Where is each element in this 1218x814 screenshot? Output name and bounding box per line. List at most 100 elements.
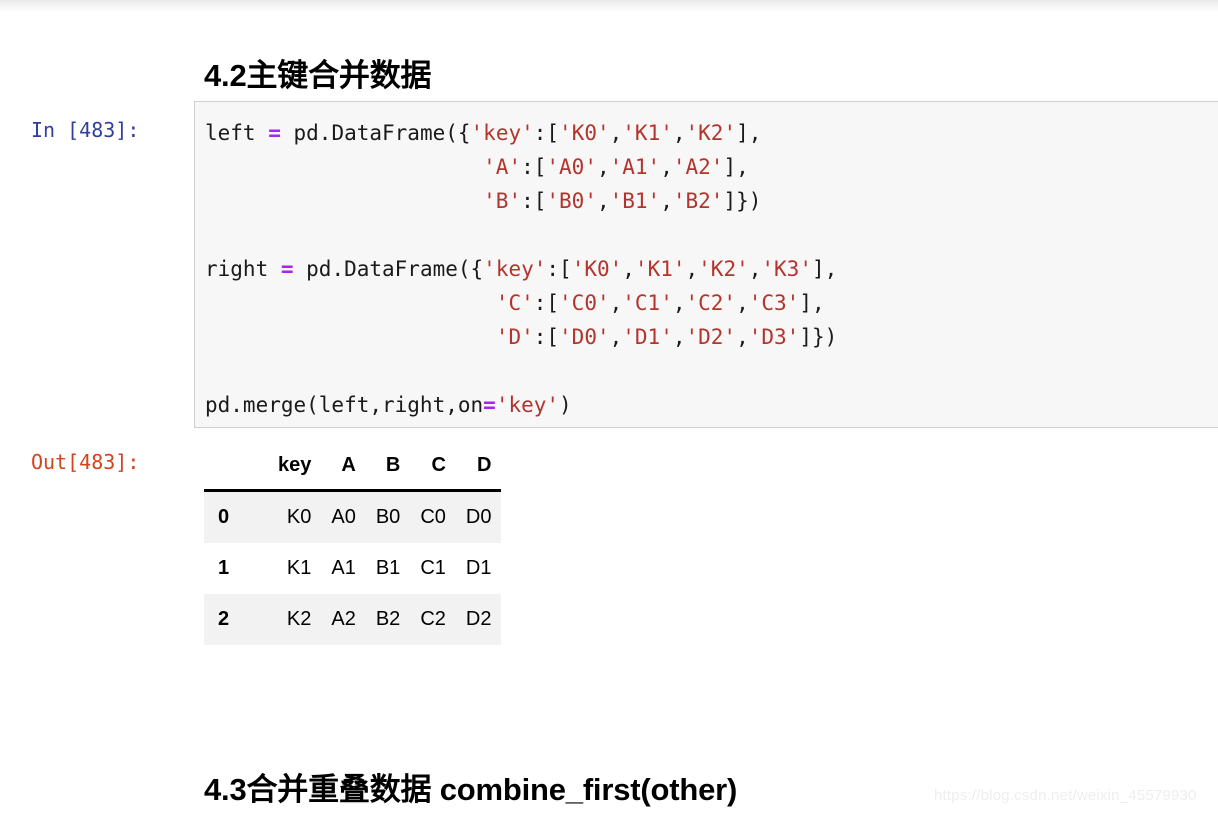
table-cell: K1 <box>268 543 322 594</box>
table-row: 2 K2 A2 B2 C2 D2 <box>204 594 502 645</box>
section-heading-4-3: 4.3合并重叠数据 combine_first(other) <box>204 771 738 807</box>
code-token-str: 'C2' <box>685 291 737 315</box>
code-token-str: 'K0' <box>559 121 610 145</box>
table-cell: C1 <box>410 543 456 594</box>
code-token-str: 'key' <box>495 393 560 417</box>
code-token-str: 'C3' <box>748 291 800 315</box>
code-token-plain: , <box>596 155 610 179</box>
code-token-plain: , <box>672 121 686 145</box>
table-row-index: 1 <box>204 543 268 594</box>
table-row: 0 K0 A0 B0 C0 D0 <box>204 490 502 543</box>
table-header-row: key A B C D <box>204 452 502 492</box>
code-token-plain: right <box>205 257 281 281</box>
code-token-plain: , <box>736 291 749 315</box>
code-line: 'D':['D0','D1','D2','D3']}) <box>205 320 1218 354</box>
code-token-plain: , <box>596 189 610 213</box>
code-token-str: 'B2' <box>672 189 724 213</box>
code-token-str: 'A1' <box>609 155 661 179</box>
code-token-plain: pd.DataFrame({ <box>280 121 471 145</box>
dataframe-table: key A B C D 0 K0 A0 B0 C0 D0 1 K1 A1 B1 C1 D1 2 K2 A2 B2 C2 D… <box>204 452 502 645</box>
code-token-plain: ], <box>723 155 749 179</box>
code-token-str: 'D0' <box>559 325 610 349</box>
code-token-str: 'B' <box>483 189 522 213</box>
code-token-str: 'K0' <box>571 257 623 281</box>
code-token-plain: left <box>205 121 269 145</box>
code-token-plain: , <box>748 257 762 281</box>
code-token-str: 'C0' <box>559 291 610 315</box>
table-cell: A1 <box>321 543 366 594</box>
code-token-op: = <box>483 393 496 417</box>
code-token-str: 'K2' <box>698 257 749 281</box>
code-line: 'C':['C0','C1','C2','C3'], <box>205 286 1218 320</box>
code-token-plain: , <box>736 325 749 349</box>
table-cell: A2 <box>321 594 366 645</box>
code-token-plain: :[ <box>521 155 547 179</box>
code-line: 'A':['A0','A1','A2'], <box>205 150 1218 184</box>
code-token-plain: , <box>609 325 623 349</box>
output-prompt-label: Out[483]: <box>31 450 140 474</box>
code-token-plain: , <box>660 155 673 179</box>
code-token-plain: :[ <box>521 189 547 213</box>
table-column-header: A <box>321 452 366 492</box>
table-cell: D0 <box>455 490 502 543</box>
code-token-str: 'key' <box>470 121 534 145</box>
code-token-plain: pd.merge(left,right,on <box>205 393 484 417</box>
code-token-plain: :[ <box>533 325 560 349</box>
code-token-plain: :[ <box>546 257 572 281</box>
code-token-plain: , <box>609 291 623 315</box>
code-token-str: 'B1' <box>609 189 661 213</box>
code-token-plain: , <box>622 257 635 281</box>
code-token-str: 'K3' <box>761 257 812 281</box>
dataframe-body: 0 K0 A0 B0 C0 D0 1 K1 A1 B1 C1 D1 2 K2 A2 B2 C2 D2 <box>204 490 502 645</box>
watermark-text: https://blog.csdn.net/weixin_45579930 <box>934 787 1197 804</box>
code-token-plain: ], <box>811 257 838 281</box>
code-token-plain: pd.DataFrame({ <box>293 257 484 281</box>
table-cell: B2 <box>365 594 411 645</box>
code-token-str: 'A' <box>483 155 522 179</box>
code-token-str: 'D3' <box>748 325 800 349</box>
code-token-plain: , <box>660 189 673 213</box>
code-line: left = pd.DataFrame({'key':['K0','K1','K… <box>205 116 1218 150</box>
table-row-index: 0 <box>204 490 268 543</box>
code-token-str: 'A2' <box>672 155 724 179</box>
code-token-plain: :[ <box>533 121 560 145</box>
table-cell: B0 <box>365 490 411 543</box>
dataframe-header: key A B C D <box>204 452 502 492</box>
code-token-plain: , <box>672 291 686 315</box>
code-token-plain: ], <box>736 121 762 145</box>
page-top-gradient <box>0 0 1218 12</box>
table-cell: C0 <box>410 490 456 543</box>
code-token-plain: ]}) <box>723 189 762 213</box>
code-token-plain: ], <box>799 291 825 315</box>
code-token-str: 'key' <box>483 257 547 281</box>
code-token-str: 'D1' <box>622 325 673 349</box>
code-token-plain: ) <box>559 393 572 417</box>
table-column-header: C <box>410 452 456 492</box>
table-row-index: 2 <box>204 594 268 645</box>
code-token-str: 'D2' <box>685 325 737 349</box>
code-token-str: 'D' <box>495 325 534 349</box>
code-token-str: 'C1' <box>622 291 673 315</box>
table-row: 1 K1 A1 B1 C1 D1 <box>204 543 502 594</box>
code-token-str: 'K1' <box>634 257 686 281</box>
section-heading-4-2: 4.2主键合并数据 <box>204 57 432 93</box>
code-token-str: 'B0' <box>546 189 597 213</box>
code-line: pd.merge(left,right,on='key') <box>205 388 1218 422</box>
code-token-plain: , <box>685 257 699 281</box>
table-cell: B1 <box>365 543 411 594</box>
code-token-str: 'C' <box>495 291 534 315</box>
dataframe-output: key A B C D 0 K0 A0 B0 C0 D0 1 K1 A1 B1 C1 D1 2 K2 A2 B2 C2 D… <box>204 452 502 645</box>
code-token-str: 'A0' <box>546 155 597 179</box>
code-token-op: = <box>268 121 281 145</box>
code-line: right = pd.DataFrame({'key':['K0','K1','… <box>205 252 1218 286</box>
table-cell: K2 <box>268 594 322 645</box>
table-cell: D2 <box>455 594 502 645</box>
input-prompt-label: In [483]: <box>31 118 140 142</box>
code-editor-cell[interactable]: left = pd.DataFrame({'key':['K0','K1','K… <box>194 101 1218 428</box>
